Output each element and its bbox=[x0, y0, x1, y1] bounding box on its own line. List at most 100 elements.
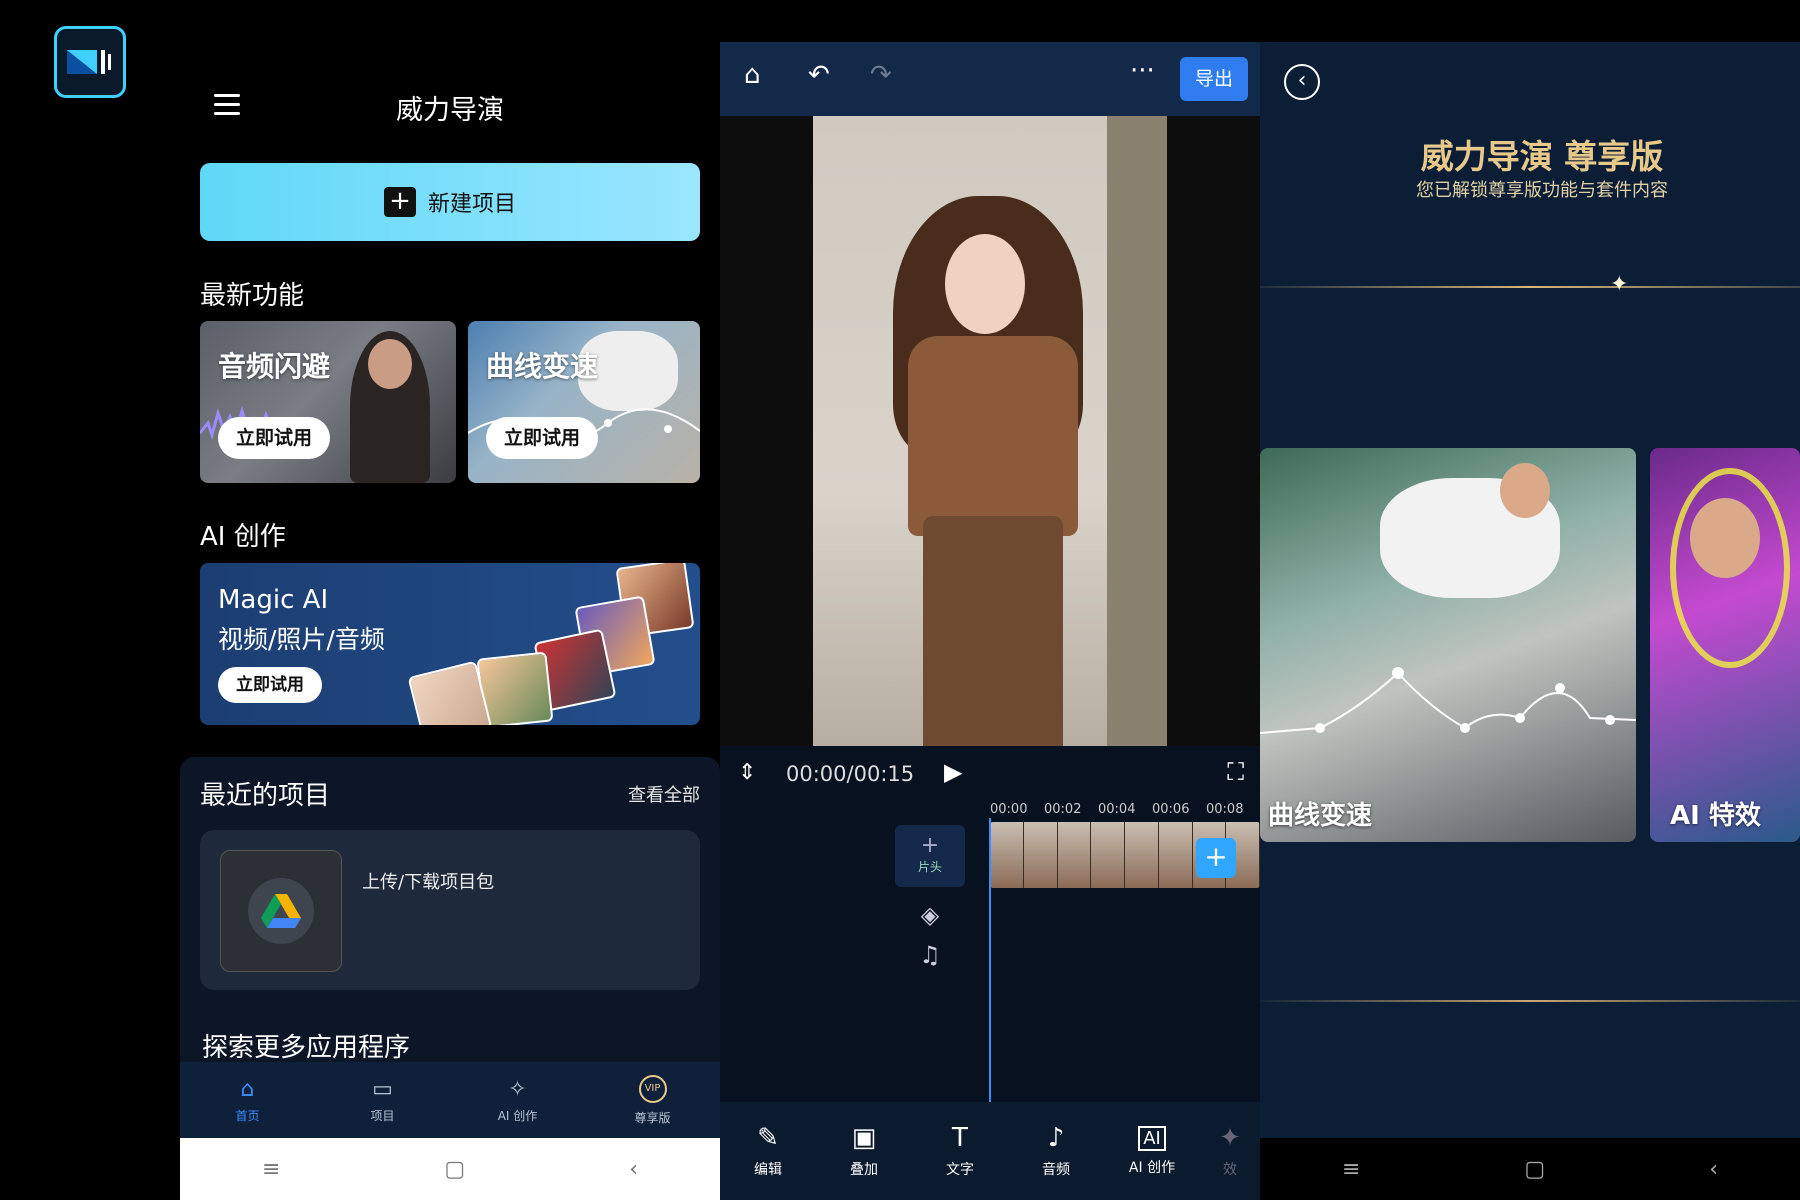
preview-frame bbox=[813, 116, 1167, 746]
latest-section-title: 最新功能 bbox=[200, 281, 305, 311]
tab-projects[interactable]: ▭ 项目 bbox=[315, 1062, 450, 1138]
ai-card-subtitle: 视频/照片/音频 bbox=[218, 625, 385, 654]
add-clip-button[interactable]: + bbox=[1196, 838, 1236, 878]
premium-subtitle: 您已解锁尊享版功能与套件内容 bbox=[1416, 180, 1668, 201]
premium-card-ai-effect[interactable]: AI 特效 bbox=[1650, 448, 1800, 842]
redo-icon[interactable]: ↷ bbox=[870, 60, 892, 90]
playback-controls: ⇕ 00:00/00:15 ▶ ⛶ bbox=[720, 746, 1260, 808]
tool-edit[interactable]: ✎ 编辑 bbox=[720, 1102, 816, 1200]
editor-tool-bar: ✎ 编辑 ▣ 叠加 T 文字 ♪ 音频 AI AI 创作 ✦ 效 bbox=[720, 1102, 1260, 1200]
google-drive-icon bbox=[261, 894, 301, 928]
try-now-button[interactable]: 立即试用 bbox=[218, 417, 331, 459]
try-now-button[interactable]: 立即试用 bbox=[218, 667, 322, 703]
video-preview bbox=[720, 116, 1260, 746]
tab-label: 首页 bbox=[235, 1108, 260, 1123]
recent-apps-icon[interactable]: ≡ bbox=[262, 1157, 280, 1182]
back-icon[interactable]: ‹ bbox=[1709, 1157, 1718, 1182]
home-square-icon[interactable]: ▢ bbox=[1524, 1157, 1545, 1182]
tab-label: AI 创作 bbox=[497, 1108, 538, 1123]
back-icon[interactable]: ‹ bbox=[629, 1157, 638, 1182]
home-icon[interactable]: ⌂ bbox=[744, 60, 761, 90]
sparkle-icon: ✦ bbox=[1610, 272, 1629, 297]
face-image bbox=[368, 339, 412, 389]
tab-label: 尊享版 bbox=[634, 1110, 671, 1125]
play-icon[interactable]: ▶ bbox=[944, 758, 962, 786]
ruler-tick: 00:00 bbox=[990, 802, 1028, 817]
edit-icon: ✎ bbox=[757, 1123, 779, 1153]
tool-effect[interactable]: ✦ 效 bbox=[1200, 1102, 1260, 1200]
folder-icon: ▭ bbox=[372, 1076, 393, 1102]
tab-premium[interactable]: VIP 尊享版 bbox=[585, 1062, 720, 1138]
upload-download-label: 上传/下载项目包 bbox=[362, 872, 495, 893]
premium-card-caption: AI 特效 bbox=[1670, 801, 1761, 831]
feature-card-speed-curve[interactable]: 曲线变速 立即试用 bbox=[468, 321, 700, 483]
premium-card-speed-curve[interactable]: 曲线变速 bbox=[1260, 448, 1636, 842]
intro-button[interactable]: + 片头 bbox=[895, 825, 965, 887]
page-title: 威力导演 bbox=[396, 95, 504, 126]
try-now-button[interactable]: 立即试用 bbox=[486, 417, 599, 459]
vip-icon: VIP bbox=[638, 1074, 667, 1103]
premium-card-caption: 曲线变速 bbox=[1268, 801, 1373, 831]
text-icon: T bbox=[952, 1123, 968, 1153]
new-project-button[interactable]: + 新建项目 bbox=[200, 163, 700, 241]
export-button[interactable]: 导出 bbox=[1180, 57, 1248, 101]
recent-apps-icon[interactable]: ≡ bbox=[1342, 1157, 1360, 1182]
tool-label: 文字 bbox=[946, 1162, 974, 1178]
tool-audio[interactable]: ♪ 音频 bbox=[1008, 1102, 1104, 1200]
new-project-label: 新建项目 bbox=[427, 192, 516, 217]
system-nav-buttons: ≡ ▢ ‹ bbox=[180, 1138, 720, 1200]
ai-section-title: AI 创作 bbox=[200, 522, 286, 552]
home-square-icon[interactable]: ▢ bbox=[444, 1157, 465, 1182]
tool-label: 编辑 bbox=[754, 1162, 782, 1178]
fullscreen-icon[interactable]: ⛶ bbox=[1227, 758, 1244, 786]
project-thumbnail bbox=[220, 850, 342, 972]
editor-toolbar: ⌂ ↶ ↷ ··· 导出 bbox=[720, 42, 1260, 116]
track-side-tools: + 片头 ◈ ♫ bbox=[895, 825, 965, 969]
back-button[interactable]: ‹ bbox=[1284, 64, 1320, 100]
sparkle-icon: ✧ bbox=[508, 1076, 527, 1102]
editor-panel: ⌂ ↶ ↷ ··· 导出 ⇕ 00:00/00:15 ▶ ⛶ 00:00 00:0… bbox=[720, 42, 1260, 1200]
home-icon: ⌂ bbox=[240, 1076, 255, 1102]
premium-panel: ‹ 威力导演 尊享版 您已解锁尊享版功能与套件内容 ✦ 曲线变速 AI 特效 ≡… bbox=[1260, 42, 1800, 1200]
tool-overlay[interactable]: ▣ 叠加 bbox=[816, 1102, 912, 1200]
audio-icon: ♪ bbox=[1047, 1123, 1065, 1153]
system-nav-bar: ≡ ▢ ‹ bbox=[1260, 1138, 1800, 1200]
see-all-link[interactable]: 查看全部 bbox=[628, 781, 700, 807]
bottom-tab-bar: ⌂ 首页 ▭ 项目 ✧ AI 创作 VIP 尊享版 bbox=[180, 1062, 720, 1138]
split-icon[interactable]: ⇕ bbox=[738, 760, 756, 785]
ruler-tick: 00:06 bbox=[1152, 802, 1190, 817]
timeline-ruler: 00:00 00:02 00:04 00:06 00:08 bbox=[990, 802, 1260, 817]
tool-label: 效 bbox=[1223, 1162, 1237, 1178]
ruler-tick: 00:08 bbox=[1206, 802, 1244, 817]
feature-card-title: 曲线变速 bbox=[486, 350, 599, 383]
ai-card-title: Magic AI bbox=[218, 585, 329, 615]
speed-curve-icon bbox=[1260, 667, 1636, 734]
playhead[interactable] bbox=[989, 818, 991, 1140]
tab-ai-create[interactable]: ✧ AI 创作 bbox=[450, 1062, 585, 1138]
ai-icon: AI bbox=[1138, 1125, 1166, 1151]
magic-ai-card[interactable]: Magic AI 视频/照片/音频 立即试用 bbox=[200, 563, 700, 725]
home-header: 威力导演 bbox=[180, 80, 720, 136]
tool-text[interactable]: T 文字 bbox=[912, 1102, 1008, 1200]
more-icon[interactable]: ··· bbox=[1130, 56, 1155, 86]
ruler-tick: 00:04 bbox=[1098, 802, 1136, 817]
recent-section-title: 最近的项目 bbox=[200, 781, 331, 811]
recent-projects-panel: 最近的项目 查看全部 上传/下载项目包 探索更多应用程序 bbox=[180, 757, 720, 1063]
gold-divider bbox=[1260, 1000, 1800, 1002]
tool-ai-create[interactable]: AI AI 创作 bbox=[1104, 1102, 1200, 1200]
tool-label: 音频 bbox=[1042, 1162, 1070, 1178]
plus-icon: + bbox=[383, 187, 416, 217]
music-icon[interactable]: ♫ bbox=[895, 941, 965, 969]
feature-card-audio-ducking[interactable]: 音频闪避 立即试用 bbox=[200, 321, 456, 483]
home-panel: 威力导演 + 新建项目 最新功能 音频闪避 立即试用 曲线变速 立即试用 AI … bbox=[180, 0, 720, 1200]
plus-icon: + bbox=[920, 833, 940, 858]
gold-divider bbox=[1260, 286, 1800, 288]
ruler-tick: 00:02 bbox=[1044, 802, 1082, 817]
undo-icon[interactable]: ↶ bbox=[808, 60, 830, 90]
layers-icon[interactable]: ◈ bbox=[895, 901, 965, 929]
effect-icon: ✦ bbox=[1219, 1123, 1241, 1153]
timecode: 00:00/00:15 bbox=[786, 762, 915, 786]
upload-download-item[interactable]: 上传/下载项目包 bbox=[200, 830, 700, 990]
explore-section-title: 探索更多应用程序 bbox=[202, 1033, 411, 1063]
tab-home[interactable]: ⌂ 首页 bbox=[180, 1062, 315, 1138]
